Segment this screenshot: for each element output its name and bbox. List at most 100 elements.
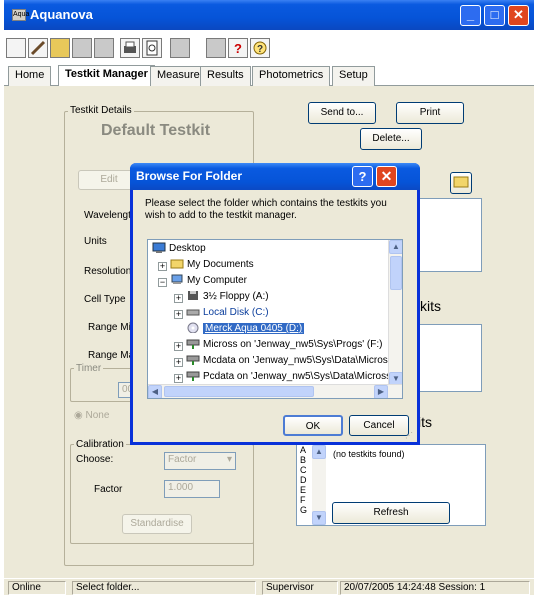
letter-item[interactable]: E	[300, 485, 306, 495]
letter-item[interactable]: A	[300, 445, 306, 455]
dialog-instruction: Please select the folder which contains …	[145, 198, 387, 221]
standardise-button[interactable]: Standardise	[122, 514, 192, 534]
pencil-icon[interactable]	[28, 38, 48, 58]
dialog-close-button[interactable]: ✕	[376, 166, 397, 187]
tab-testkit-manager[interactable]: Testkit Manager	[58, 65, 155, 86]
scroll-up-icon[interactable]: ▲	[389, 240, 402, 254]
tree-item-desktop[interactable]: Desktop	[152, 242, 206, 256]
refresh-button[interactable]: Refresh	[332, 502, 450, 524]
collapse-icon[interactable]: −	[158, 278, 167, 287]
tree-item-micross[interactable]: Micross on 'Jenway_nw5\Sys\Progs' (F:)	[186, 338, 382, 352]
tree-item-my-documents[interactable]: My Documents	[170, 258, 254, 272]
cancel-button[interactable]: Cancel	[349, 415, 409, 436]
tree-item-label: Pcdata on 'Jenway_nw5\Sys\Data\Micross	[203, 371, 392, 382]
none-radio[interactable]: ◉ None	[74, 410, 109, 421]
open-folder-button[interactable]	[450, 172, 472, 194]
open-folder-icon[interactable]	[50, 38, 70, 58]
maximize-button[interactable]: □	[484, 5, 505, 26]
letter-item[interactable]: F	[300, 495, 306, 505]
letter-item[interactable]: G	[300, 505, 307, 515]
folder-icon	[453, 176, 469, 188]
factor-field[interactable]: 1.000	[164, 480, 220, 498]
expand-icon[interactable]: +	[174, 358, 183, 367]
tab-bar: Home Testkit Manager Measure Results Pho…	[4, 64, 534, 86]
close-button[interactable]: ✕	[508, 5, 529, 26]
status-message: Select folder...	[72, 581, 256, 595]
range-min-label: Range Mir	[88, 322, 135, 333]
letter-item[interactable]: D	[300, 475, 307, 485]
resolution-label: Resolution	[84, 266, 132, 277]
network-drive-icon	[186, 355, 200, 365]
choose-select[interactable]: Factor ▾	[164, 452, 236, 470]
print-preview-icon[interactable]	[142, 38, 162, 58]
tree-item-label: My Documents	[187, 259, 254, 270]
send-to-button[interactable]: Send to...	[308, 102, 376, 124]
tree-vertical-scrollbar[interactable]: ▲ ▼	[388, 240, 402, 386]
network-drive-icon	[186, 339, 200, 349]
grey-block-icon[interactable]	[206, 38, 226, 58]
title-bar[interactable]: Aqua Aquanova _ □ ✕	[4, 0, 534, 30]
dialog-help-button[interactable]: ?	[352, 166, 373, 187]
scroll-thumb[interactable]	[390, 256, 402, 290]
toolbar: ? ?	[4, 30, 534, 64]
disk-icon	[186, 309, 200, 316]
tree-item-merck-aqua[interactable]: Merck Aqua 0405 (D:)	[186, 322, 305, 336]
printer-icon[interactable]	[120, 38, 140, 58]
svg-text:?: ?	[257, 44, 263, 55]
tree-item-label: Desktop	[169, 243, 206, 254]
grey-block-icon[interactable]	[170, 38, 190, 58]
tree-item-label: Micross on 'Jenway_nw5\Sys\Progs' (F:)	[203, 339, 383, 350]
expand-icon[interactable]: +	[158, 262, 167, 271]
folder-tree[interactable]: Desktop + My Documents − My Computer + 3…	[147, 239, 403, 399]
grey-block-icon[interactable]	[72, 38, 92, 58]
choose-label: Choose:	[76, 454, 114, 465]
none-label: None	[85, 410, 110, 421]
expand-icon[interactable]: +	[174, 374, 183, 383]
scroll-left-icon[interactable]: ◀	[148, 385, 162, 398]
factor-label: Factor	[94, 484, 123, 495]
letter-item[interactable]: C	[300, 465, 307, 475]
tree-item-mcdata[interactable]: Mcdata on 'Jenway_nw5\Sys\Data\Micros	[186, 354, 388, 368]
question-icon[interactable]: ?	[228, 38, 248, 58]
tab-photometrics[interactable]: Photometrics	[252, 66, 331, 86]
tree-item-local-disk[interactable]: Local Disk (C:)	[186, 306, 269, 320]
expand-icon[interactable]: +	[174, 342, 183, 351]
ok-button[interactable]: OK	[283, 415, 343, 436]
letter-item[interactable]: B	[300, 455, 306, 465]
radio-icon: ◉	[74, 410, 83, 421]
tree-horizontal-scrollbar[interactable]: ◀ ▶	[148, 384, 402, 398]
tab-measure[interactable]: Measure	[150, 66, 207, 86]
choose-select-value: Factor	[168, 454, 197, 465]
tab-home[interactable]: Home	[8, 66, 52, 86]
resize-grip-icon[interactable]: ⋰	[405, 431, 415, 441]
scroll-up-icon[interactable]: ▲	[312, 445, 326, 459]
list-empty-text: (no testkits found)	[333, 449, 405, 459]
expand-icon[interactable]: +	[174, 310, 183, 319]
tree-item-pcdata[interactable]: Pcdata on 'Jenway_nw5\Sys\Data\Micross	[186, 370, 391, 384]
dialog-title-bar[interactable]: Browse For Folder ? ✕	[130, 163, 420, 190]
tree-item-label: My Computer	[187, 275, 248, 286]
desktop-icon	[152, 242, 166, 253]
range-max-label: Range Ma	[88, 350, 135, 361]
tab-setup[interactable]: Setup	[332, 66, 375, 86]
tree-item-floppy[interactable]: 3½ Floppy (A:)	[186, 290, 269, 304]
dialog-title: Browse For Folder	[136, 169, 243, 183]
scroll-right-icon[interactable]: ▶	[374, 385, 388, 398]
units-label: Units	[84, 236, 107, 247]
new-document-icon[interactable]	[6, 38, 26, 58]
scroll-down-icon[interactable]: ▼	[312, 511, 326, 525]
expand-icon[interactable]: +	[174, 294, 183, 303]
testkit-name: Default Testkit	[101, 122, 211, 139]
print-button[interactable]: Print	[396, 102, 464, 124]
window-title: Aquanova	[30, 7, 93, 22]
status-user: Supervisor	[262, 581, 338, 595]
tab-results[interactable]: Results	[200, 66, 251, 86]
minimize-button[interactable]: _	[460, 5, 481, 26]
testkits-heading: its	[418, 414, 432, 430]
grey-block-icon[interactable]	[94, 38, 114, 58]
delete-button[interactable]: Delete...	[360, 128, 422, 150]
letter-scrollbar[interactable]: ▲ ▼	[312, 445, 326, 525]
tree-item-my-computer[interactable]: My Computer	[170, 274, 247, 288]
help-icon[interactable]: ?	[250, 38, 270, 58]
h-scroll-thumb[interactable]	[164, 386, 314, 397]
